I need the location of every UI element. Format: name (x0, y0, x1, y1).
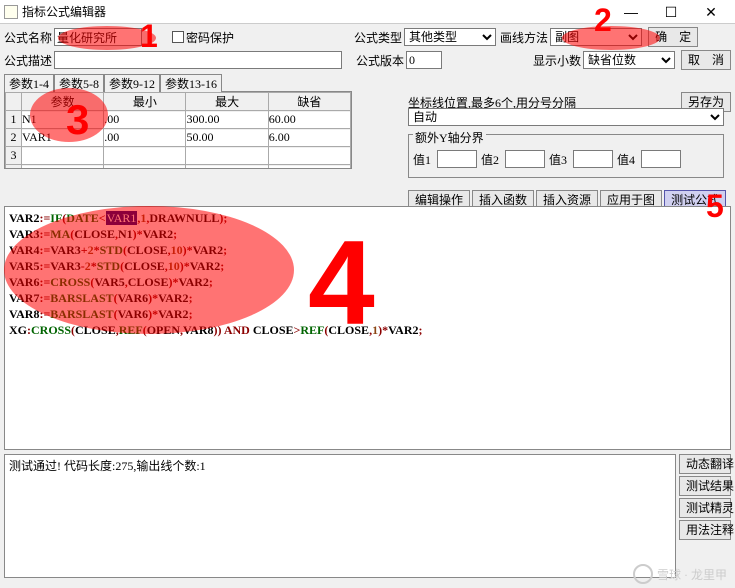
tab-params-13-16[interactable]: 参数13-16 (160, 74, 222, 92)
label-password: 密码保护 (186, 29, 234, 46)
y2-input[interactable] (505, 150, 545, 168)
p2-def[interactable] (269, 130, 350, 146)
code-editor[interactable]: VAR2:=IF(DATE<VAR1,1,DRAWNULL); VAR3:=MA… (4, 206, 731, 450)
tab-params-5-8[interactable]: 参数5-8 (54, 74, 104, 92)
p3-name[interactable] (22, 148, 103, 164)
name-input[interactable] (54, 28, 142, 46)
hdr-min: 最小 (104, 93, 186, 111)
param-tabs: 参数1-4 参数5-8 参数9-12 参数13-16 (4, 74, 352, 92)
ok-button[interactable]: 确 定 (648, 27, 698, 47)
coord-select[interactable]: 自动 (408, 108, 724, 126)
label-y1: 值1 (413, 151, 431, 168)
tab-params-9-12[interactable]: 参数9-12 (104, 74, 160, 92)
y3-input[interactable] (573, 150, 613, 168)
p1-max[interactable] (186, 112, 267, 128)
p2-min[interactable] (104, 130, 185, 146)
watermark: 雪球 · 龙里甲 (633, 564, 727, 584)
p1-def[interactable] (269, 112, 350, 128)
tab-params-1-4[interactable]: 参数1-4 (4, 74, 54, 92)
cancel-button[interactable]: 取 消 (681, 50, 731, 70)
test-result-button[interactable]: 测试结果 (679, 476, 731, 496)
form-area: 公式名称 密码保护 公式类型 其他类型 画线方法 副图 确 定 公式描述 公式版… (0, 24, 735, 186)
label-y3: 值3 (549, 151, 567, 168)
p4-max[interactable] (186, 166, 267, 170)
watermark-icon (633, 564, 653, 584)
close-button[interactable]: ✕ (691, 1, 731, 23)
label-formula-type: 公式类型 (354, 29, 402, 46)
label-y2: 值2 (481, 151, 499, 168)
usage-note-button[interactable]: 用法注释 (679, 520, 731, 540)
y-extra-title: 额外Y轴分界 (413, 129, 486, 146)
side-buttons: 动态翻译 测试结果 测试精灵 用法注释 (679, 454, 731, 540)
p2-name[interactable] (22, 130, 103, 146)
p1-name[interactable] (22, 112, 103, 128)
window-title: 指标公式编辑器 (22, 3, 611, 20)
desc-input[interactable] (54, 51, 342, 69)
formula-type-select[interactable]: 其他类型 (404, 28, 496, 46)
p4-name[interactable] (22, 166, 103, 170)
decimal-select[interactable]: 缺省位数 (583, 51, 675, 69)
title-bar: 指标公式编辑器 — ☐ ✕ (0, 0, 735, 24)
maximize-button[interactable]: ☐ (651, 1, 691, 23)
p3-max[interactable] (186, 148, 267, 164)
hdr-param: 参数 (21, 93, 103, 111)
output-text: 测试通过! 代码长度:275,输出线个数:1 (9, 459, 206, 473)
y1-input[interactable] (437, 150, 477, 168)
p3-def[interactable] (269, 148, 350, 164)
dynamic-translate-button[interactable]: 动态翻译 (679, 454, 731, 474)
label-y4: 值4 (617, 151, 635, 168)
p3-min[interactable] (104, 148, 185, 164)
p4-min[interactable] (104, 166, 185, 170)
p2-max[interactable] (186, 130, 267, 146)
output-panel[interactable]: 测试通过! 代码长度:275,输出线个数:1 (4, 454, 676, 578)
label-version: 公式版本 (356, 52, 404, 69)
password-checkbox[interactable] (172, 31, 184, 43)
label-line-method: 画线方法 (500, 29, 548, 46)
p4-def[interactable] (269, 166, 350, 170)
minimize-button[interactable]: — (611, 1, 651, 23)
line-method-select[interactable]: 副图 (550, 28, 642, 46)
right-panel: 自动 额外Y轴分界 值1 值2 值3 值4 (408, 108, 724, 178)
y4-input[interactable] (641, 150, 681, 168)
p1-min[interactable] (104, 112, 185, 128)
test-spirit-button[interactable]: 测试精灵 (679, 498, 731, 518)
hdr-default: 缺省 (268, 93, 350, 111)
app-icon (4, 5, 18, 19)
label-decimal: 显示小数 (533, 52, 581, 69)
label-desc: 公式描述 (4, 52, 52, 69)
version-input[interactable] (406, 51, 442, 69)
label-name: 公式名称 (4, 29, 52, 46)
hdr-max: 最大 (186, 93, 268, 111)
param-table: 参数 最小 最大 缺省 1 2 3 4 (4, 91, 352, 169)
